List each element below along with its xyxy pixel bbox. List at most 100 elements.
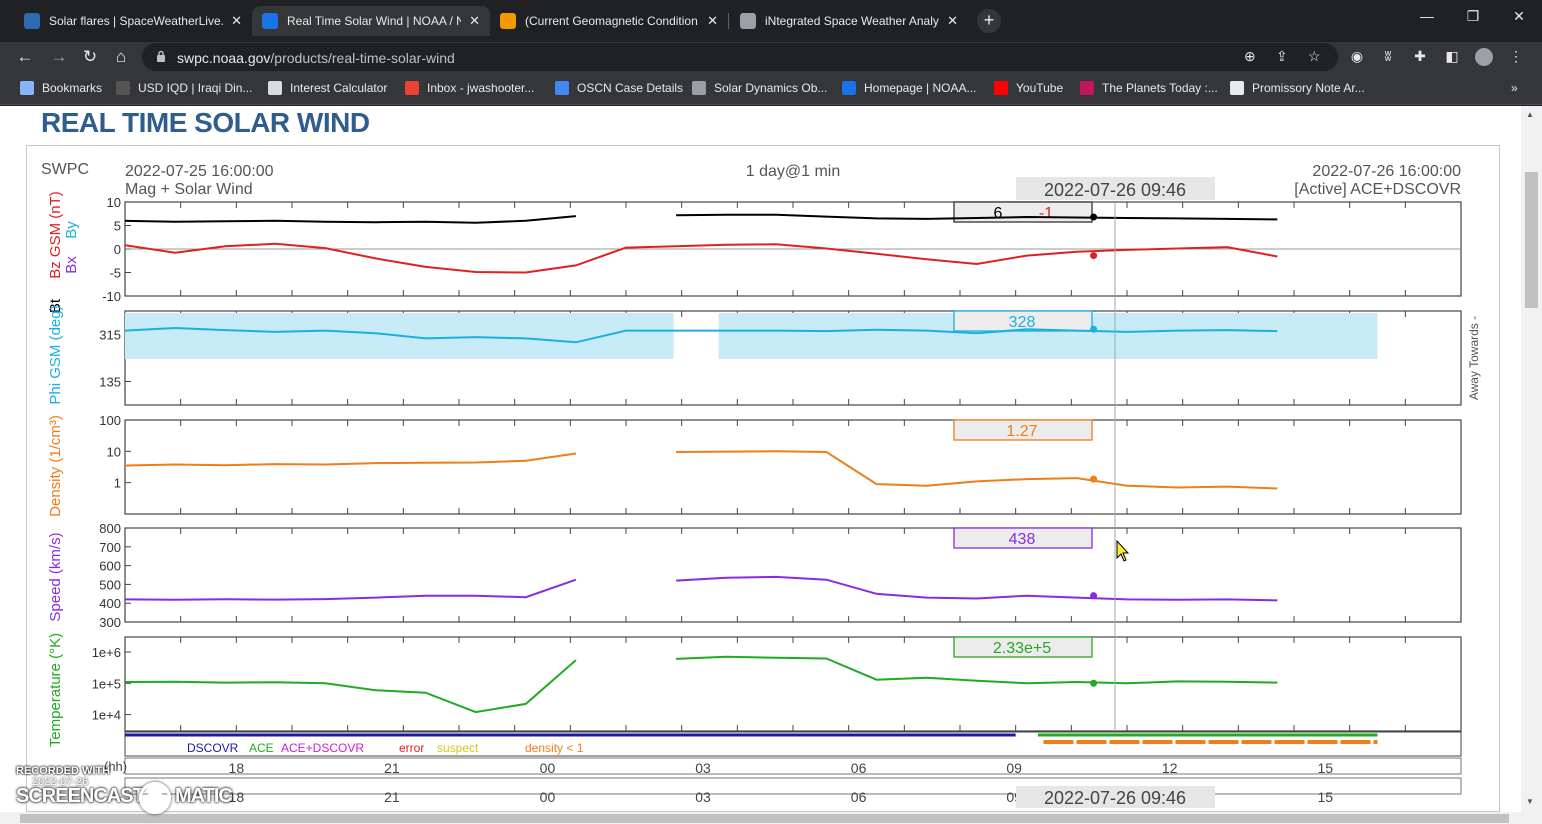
bookmark-label: Homepage | NOAA...: [864, 81, 977, 95]
y-tick-label: 600: [99, 559, 121, 574]
cursor-value-temperature: 2.33e+5: [993, 640, 1051, 657]
back-button[interactable]: ←: [13, 45, 37, 69]
maximize-button[interactable]: ❐: [1450, 0, 1496, 32]
time-tick-label: 00: [540, 760, 556, 776]
y-axis-label: Density (1/cm³): [47, 415, 64, 517]
y-axis-label: Speed (km/s): [47, 532, 64, 621]
y-tick-label: 10: [107, 444, 121, 459]
side-panel-icon[interactable]: ◧: [1443, 48, 1461, 66]
bookmark-item[interactable]: Homepage | NOAA...: [842, 81, 977, 95]
watermark-brand-right: MATIC: [175, 785, 233, 807]
bookmark-label: Promissory Note Ar...: [1252, 81, 1365, 95]
y-tick-label: 315: [99, 328, 121, 343]
close-tab-icon[interactable]: ✕: [947, 13, 958, 29]
vertical-scroll-thumb[interactable]: [1525, 172, 1538, 308]
y-tick-label: -5: [109, 266, 121, 281]
bookmark-item[interactable]: OSCN Case Details: [555, 81, 683, 95]
time-tick-label: 15: [1317, 760, 1333, 776]
plot-span: 1 day@1 min: [746, 163, 841, 180]
bookmark-star-icon[interactable]: ☆: [1308, 48, 1321, 65]
legend-dscovr: DSCOVR: [187, 741, 239, 755]
extension-icon[interactable]: ◉: [1348, 48, 1366, 66]
bookmark-item[interactable]: USD IQD | Iraqi Din...: [116, 81, 252, 95]
bookmarks-overflow-button[interactable]: »: [1511, 81, 1518, 95]
y-tick-label: 800: [99, 521, 121, 536]
forward-button[interactable]: →: [47, 45, 71, 69]
tab-integrated-space-weather[interactable]: iNtegrated Space Weather Analy ✕: [730, 6, 968, 36]
share-icon[interactable]: ⇪: [1276, 48, 1288, 65]
series-line-temperature: [124, 655, 1278, 714]
time-tick-label: 03: [695, 760, 711, 776]
horizontal-scroll-thumb[interactable]: [20, 814, 1509, 823]
bookmark-item[interactable]: The Planets Today :...: [1080, 81, 1218, 95]
bookmark-item[interactable]: Interest Calculator: [268, 81, 387, 95]
y-tick-label: 700: [99, 540, 121, 555]
bookmark-item[interactable]: Inbox - jwashooter...: [405, 81, 534, 95]
geomag-favicon-icon: [500, 13, 516, 29]
bookmark-favicon-icon: [555, 81, 569, 95]
bookmark-item[interactable]: Solar Dynamics Ob...: [692, 81, 827, 95]
tab-geomagnetic-conditions[interactable]: (Current Geomagnetic Condition ✕: [490, 6, 728, 36]
cursor-value-speed: 438: [1009, 531, 1036, 548]
y-tick-label: 500: [99, 577, 121, 592]
noaa-favicon-icon: [262, 13, 278, 29]
address-bar[interactable]: swpc.noaa.gov/products/real-time-solar-w…: [142, 43, 1338, 71]
cursor-point-bt: [1090, 213, 1098, 221]
legend-ace-dscovr: ACE+DSCOVR: [281, 741, 364, 755]
profile-avatar-icon[interactable]: [1475, 48, 1493, 66]
url-path: /products/real-time-solar-wind: [270, 50, 455, 66]
bookmark-favicon-icon: [116, 81, 130, 95]
bookmark-label: Bookmarks: [42, 81, 103, 95]
series-line-speed: [124, 575, 1278, 602]
close-tab-icon[interactable]: ✕: [231, 13, 242, 29]
close-tab-icon[interactable]: ✕: [469, 13, 480, 29]
menu-kebab-icon[interactable]: ⋮: [1507, 48, 1525, 66]
new-tab-button[interactable]: +: [977, 9, 1001, 33]
zoom-icon[interactable]: ⊕: [1244, 48, 1256, 65]
scroll-down-arrow-icon[interactable]: ▼: [1526, 797, 1534, 806]
extensions-puzzle-icon[interactable]: ✚: [1411, 48, 1429, 66]
window-controls: — ❐ ✕: [1404, 0, 1542, 32]
time-tick-label: 21: [384, 760, 400, 776]
tab-real-time-solar-wind[interactable]: Real Time Solar Wind | NOAA / N ✕: [252, 6, 490, 36]
phi-side-label: Away Towards -: [1467, 316, 1481, 400]
time-tick-label: 21: [384, 789, 400, 805]
y-tick-label: 300: [99, 615, 121, 630]
cursor-value-bt: 6: [994, 205, 1003, 222]
time-axis-1: [124, 777, 1462, 795]
series-line-density: [124, 450, 1278, 490]
home-button[interactable]: ⌂: [109, 45, 133, 69]
cursor-time-label-bottom: 2022-07-26 09:46: [1044, 788, 1186, 808]
y-tick-label: 400: [99, 596, 121, 611]
y-axis-label: By: [63, 221, 80, 239]
extension-w-icon[interactable]: ʬ: [1379, 48, 1397, 66]
cursor-value-density: 1.27: [1006, 423, 1037, 440]
time-tick-label: 12: [1162, 760, 1178, 776]
legend-error: error: [399, 741, 424, 755]
tab-solar-flares[interactable]: Solar flares | SpaceWeatherLive.c ✕: [14, 6, 252, 36]
watermark-brand-left: SCREENCAST: [16, 785, 145, 807]
bookmark-item[interactable]: YouTube: [994, 81, 1063, 95]
plot-subtitle: Mag + Solar Wind: [125, 181, 253, 198]
bookmark-favicon-icon: [994, 81, 1008, 95]
scroll-up-arrow-icon[interactable]: ▲: [1526, 110, 1534, 119]
bookmarks-bar: Bookmarks USD IQD | Iraqi Din... Interest …: [0, 72, 1542, 105]
bookmark-item[interactable]: Promissory Note Ar...: [1230, 81, 1365, 95]
bookmark-item[interactable]: Bookmarks: [20, 81, 102, 95]
time-tick-label: 03: [695, 789, 711, 805]
time-axis-0: [124, 757, 1462, 775]
tab-separator: [728, 13, 729, 29]
bookmark-favicon-icon: [405, 81, 419, 95]
y-tick-label: 0: [114, 242, 121, 257]
bookmark-favicon-icon: [1080, 81, 1094, 95]
bookmark-favicon-icon: [20, 81, 34, 95]
url-host: swpc.noaa.gov: [177, 50, 271, 66]
time-tick-label: 06: [851, 789, 867, 805]
panel-frame-density: [124, 419, 1462, 515]
reload-button[interactable]: ↻: [78, 45, 102, 69]
minimize-button[interactable]: —: [1404, 0, 1450, 32]
bookmark-favicon-icon: [842, 81, 856, 95]
cursor-point-density: [1090, 475, 1098, 483]
close-window-button[interactable]: ✕: [1496, 0, 1542, 32]
close-tab-icon[interactable]: ✕: [707, 13, 718, 29]
